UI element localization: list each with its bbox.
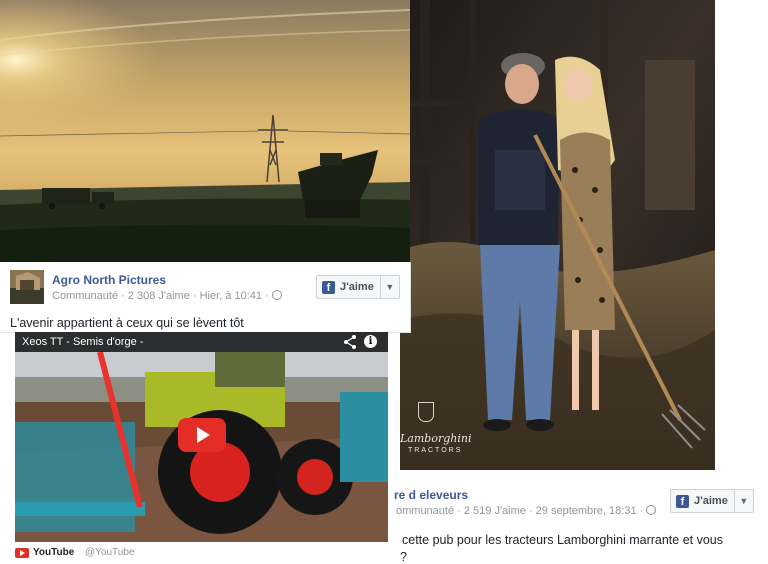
post-caption: L'avenir appartient à ceux qui se lèvent… — [10, 316, 244, 330]
video-title[interactable]: Xeos TT - Semis d'orge - — [22, 336, 144, 348]
like-button[interactable]: f J'aime ▼ — [670, 489, 754, 513]
post-right-card: re d eleveurs ommunauté · 2 519 J'aime ·… — [394, 470, 768, 564]
page-name[interactable]: Agro North Pictures — [52, 273, 166, 287]
share-icon[interactable] — [343, 334, 357, 350]
youtube-video-embed[interactable]: Xeos TT - Semis d'orge - i — [15, 332, 388, 542]
facebook-f-icon: f — [322, 280, 335, 294]
info-icon[interactable]: i — [364, 335, 377, 348]
ad-sub: TRACTORS — [408, 447, 463, 454]
post-caption: cette pub pour les tracteurs Lamborghini… — [402, 533, 724, 547]
facebook-f-icon: f — [676, 494, 689, 508]
like-label: J'aime — [694, 495, 728, 507]
post-meta-text: ommunauté · 2 519 J'aime · 29 septembre,… — [396, 505, 647, 517]
like-label: J'aime — [340, 281, 374, 293]
chevron-down-icon[interactable]: ▼ — [733, 490, 753, 512]
post-meta: ommunauté · 2 519 J'aime · 29 septembre,… — [396, 505, 657, 517]
source-name[interactable]: YouTube — [33, 547, 74, 558]
post-meta-text: Communauté · 2 308 J'aime · Hier, à 10:4… — [52, 290, 272, 302]
chevron-down-icon[interactable]: ▼ — [379, 276, 399, 298]
video-title-bar: Xeos TT - Semis d'orge - i — [15, 332, 388, 352]
globe-icon — [646, 505, 657, 515]
source-handle[interactable]: @YouTube — [85, 547, 134, 558]
globe-icon — [271, 290, 282, 300]
post-meta: Communauté · 2 308 J'aime · Hier, à 10:4… — [52, 290, 282, 302]
youtube-logo-icon — [15, 548, 29, 558]
sunrise-field-photo[interactable] — [0, 0, 410, 262]
avatar[interactable] — [10, 270, 44, 304]
bull-shield-icon — [418, 402, 434, 422]
ad-brand: Lamborghini — [400, 432, 472, 445]
like-button[interactable]: f J'aime ▼ — [316, 275, 400, 299]
play-icon — [197, 427, 210, 443]
play-button[interactable] — [178, 418, 226, 452]
post-right: Lamborghini TRACTORS re d eleveurs ommun… — [394, 0, 768, 564]
post-left-card: Agro North Pictures Communauté · 2 308 J… — [0, 262, 411, 333]
lamborghini-ad-photo[interactable]: Lamborghini TRACTORS — [400, 0, 715, 470]
